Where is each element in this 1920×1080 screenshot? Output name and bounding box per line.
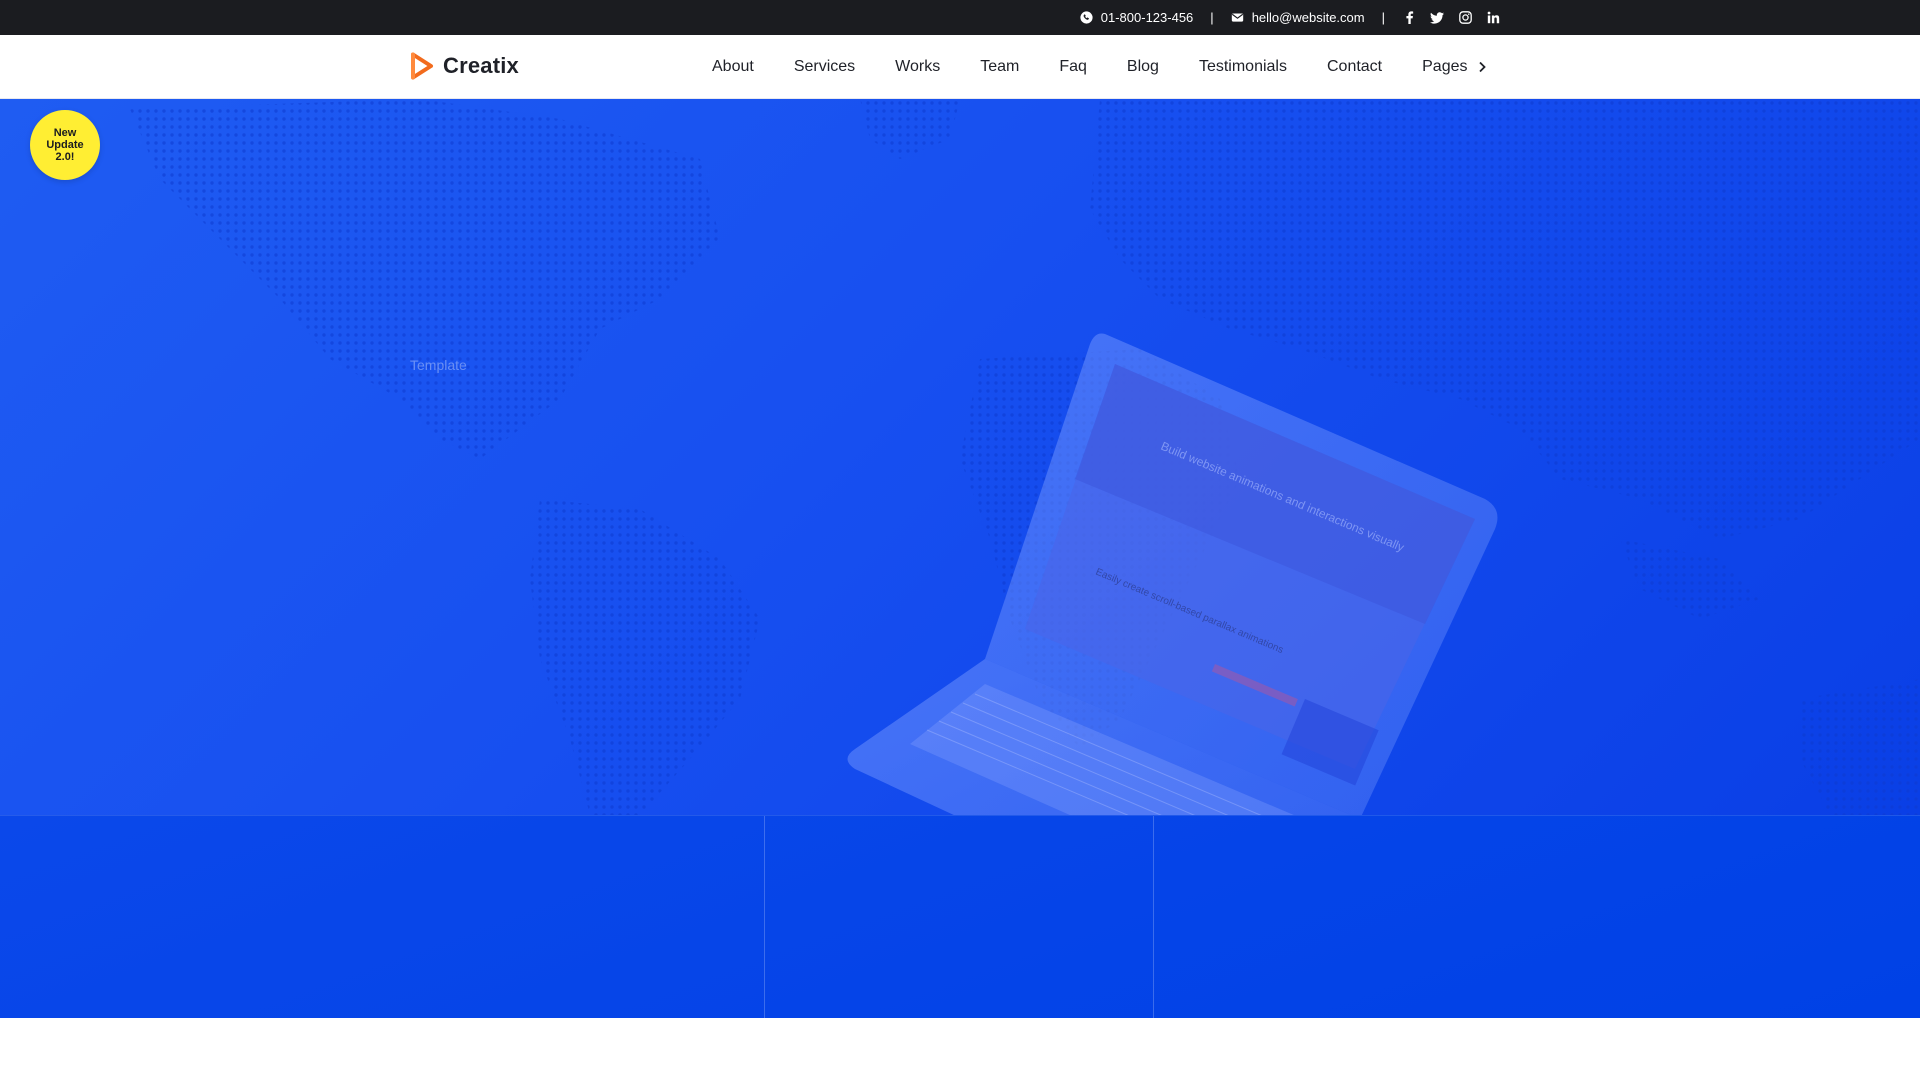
twitter-icon[interactable] — [1430, 11, 1444, 25]
instagram-icon[interactable] — [1458, 11, 1472, 25]
nav-item-services[interactable]: Services — [794, 58, 855, 76]
feature-divider-1 — [764, 816, 765, 1019]
feature-strip — [0, 815, 1920, 1019]
main-navbar: Creatix About Services Works Team Faq Bl… — [0, 35, 1920, 99]
nav-item-pages-label: Pages — [1422, 58, 1468, 75]
linkedin-icon[interactable] — [1486, 11, 1500, 25]
badge-line-1: New — [53, 127, 77, 139]
play-logo-icon — [411, 52, 433, 80]
new-update-badge[interactable]: New Update 2.0! — [30, 110, 100, 180]
nav-item-works[interactable]: Works — [895, 58, 940, 76]
social-links — [1402, 11, 1500, 25]
facebook-icon[interactable] — [1402, 11, 1416, 25]
nav-item-about[interactable]: About — [712, 58, 754, 76]
nav-item-blog[interactable]: Blog — [1127, 58, 1159, 76]
nav-item-faq[interactable]: Faq — [1059, 58, 1087, 76]
envelope-icon — [1231, 13, 1243, 22]
topbar-separator-2: | — [1381, 10, 1385, 25]
hero-faint-label: Template — [410, 357, 467, 373]
feature-divider-2 — [1153, 816, 1154, 1019]
chevron-right-icon — [1478, 61, 1486, 73]
topbar-separator: | — [1210, 10, 1214, 25]
phone-icon — [1080, 11, 1093, 24]
nav-item-team[interactable]: Team — [980, 58, 1019, 76]
main-menu: About Services Works Team Faq Blog Testi… — [712, 35, 1486, 99]
brand-name[interactable]: Creatix — [443, 53, 519, 79]
nav-item-pages[interactable]: Pages — [1422, 58, 1486, 76]
phone-text[interactable]: 01-800-123-456 — [1101, 10, 1194, 25]
email-text[interactable]: hello@website.com — [1252, 10, 1365, 25]
nav-item-testimonials[interactable]: Testimonials — [1199, 58, 1287, 76]
badge-line-3: 2.0! — [55, 151, 75, 163]
badge-line-2: Update — [46, 139, 84, 151]
top-info-inner: 01-800-123-456 | hello@website.com | — [1080, 0, 1500, 35]
phone-contact[interactable]: 01-800-123-456 — [1080, 10, 1194, 25]
hero-section: Template Build website animations and in… — [0, 99, 1920, 815]
laptop-mockup-image: Build website animations and interaction… — [847, 333, 1498, 815]
nav-item-contact[interactable]: Contact — [1327, 58, 1382, 76]
email-contact[interactable]: hello@website.com — [1231, 10, 1365, 25]
top-info-bar: 01-800-123-456 | hello@website.com | — [0, 0, 1920, 35]
brand-logo[interactable]: Creatix — [409, 52, 519, 80]
